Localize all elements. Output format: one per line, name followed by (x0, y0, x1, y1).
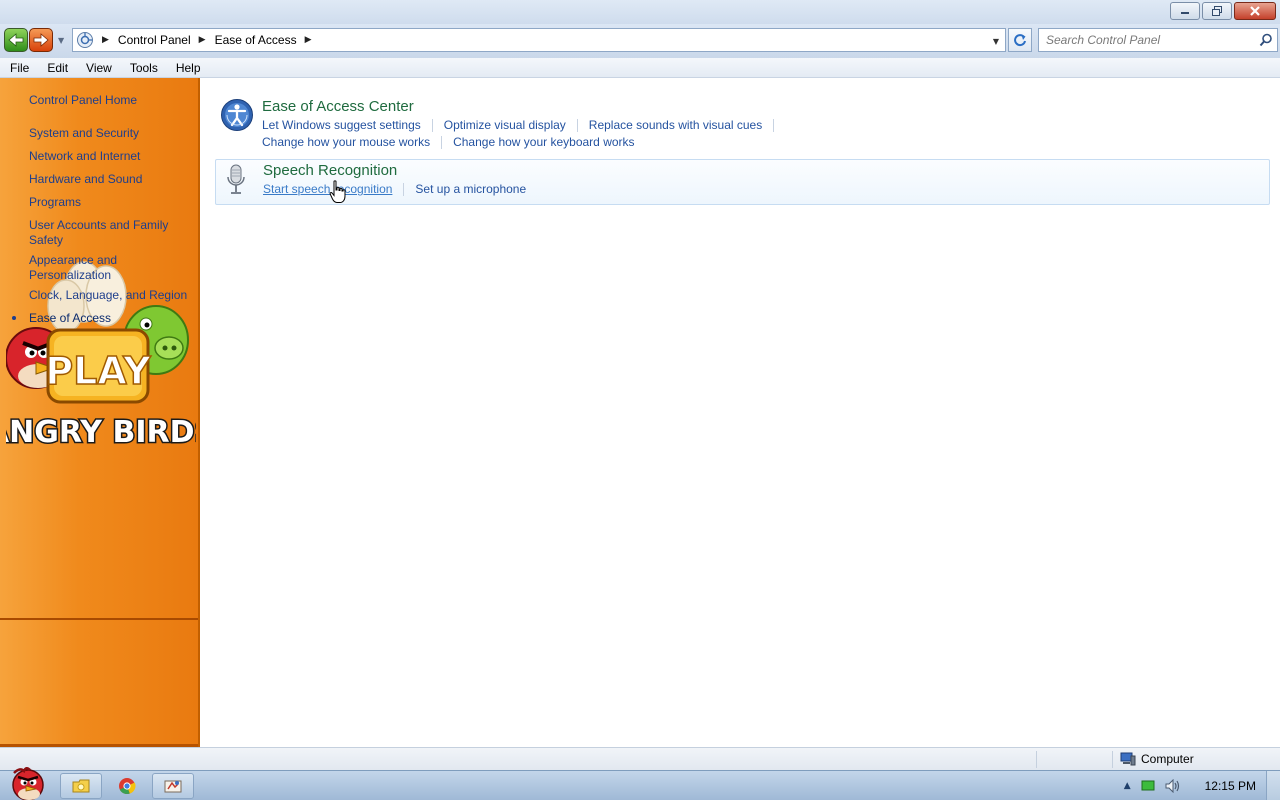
title-bar (0, 0, 1280, 24)
menu-file[interactable]: File (0, 58, 38, 78)
breadcrumb-control-panel[interactable]: Control Panel (118, 33, 191, 47)
task-separator (403, 182, 405, 196)
nav-clock-language-region[interactable]: Clock, Language, and Region (29, 288, 194, 303)
speech-recognition-tasks: Start speech recognition Set up a microp… (263, 182, 526, 196)
breadcrumb-separator-icon[interactable]: ▶ (102, 35, 109, 45)
control-panel-icon (77, 32, 93, 48)
ease-of-access-tasks-row1: Let Windows suggest settings Optimize vi… (262, 118, 785, 132)
ease-of-access-tasks-row2: Change how your mouse works Change how y… (262, 135, 635, 149)
task-separator (773, 118, 775, 132)
task-start-speech-recognition[interactable]: Start speech recognition (263, 182, 392, 196)
search-box[interactable] (1038, 28, 1278, 52)
microphone-icon[interactable] (221, 163, 251, 197)
volume-icon[interactable] (1165, 779, 1181, 793)
task-change-mouse[interactable]: Change how your mouse works (262, 135, 430, 149)
task-separator (441, 135, 443, 149)
ease-of-access-icon[interactable] (220, 98, 254, 132)
show-hidden-icons-icon[interactable]: ▲ (1124, 781, 1131, 791)
breadcrumb-ease-of-access[interactable]: Ease of Access (215, 33, 297, 47)
menu-tools[interactable]: Tools (121, 58, 167, 78)
address-history-dropdown-icon[interactable]: ▼ (993, 37, 999, 46)
clock[interactable]: 12:15 PM (1205, 779, 1256, 793)
window-controls (1170, 2, 1276, 20)
forward-button[interactable] (29, 28, 53, 52)
speech-recognition-title[interactable]: Speech Recognition (263, 162, 397, 179)
show-desktop-button[interactable] (1266, 771, 1280, 800)
play-text: PLAY (45, 349, 151, 393)
category-ease-of-access-center: Ease of Access Center Let Windows sugges… (215, 96, 1270, 152)
main-content: Ease of Access Center Let Windows sugges… (200, 78, 1280, 747)
refresh-button[interactable] (1008, 28, 1032, 52)
taskbar-control-panel-button[interactable] (152, 773, 194, 799)
task-replace-sounds-with-visual-cues[interactable]: Replace sounds with visual cues (589, 118, 762, 132)
menu-edit[interactable]: Edit (38, 58, 77, 78)
taskbar-chrome-button[interactable] (106, 773, 148, 799)
back-button[interactable] (4, 28, 28, 52)
status-divider (1036, 751, 1037, 768)
breadcrumb-separator-icon[interactable]: ▶ (305, 35, 312, 45)
search-input[interactable] (1039, 29, 1249, 51)
nav-ease-of-access[interactable]: Ease of Access (29, 311, 194, 326)
nav-control-panel-home[interactable]: Control Panel Home (29, 93, 194, 108)
breadcrumb-separator-icon[interactable]: ▶ (199, 35, 206, 45)
task-separator (576, 118, 578, 132)
nav-network-and-internet[interactable]: Network and Internet (29, 149, 194, 164)
nav-separator (0, 618, 198, 620)
taskbar: ▲ 12:15 PM (0, 767, 1280, 800)
address-bar[interactable]: ▶ Control Panel ▶ Ease of Access ▶ ▼ (72, 28, 1006, 52)
restore-button[interactable] (1202, 2, 1232, 20)
ease-of-access-center-title[interactable]: Ease of Access Center (262, 98, 414, 115)
task-let-windows-suggest-settings[interactable]: Let Windows suggest settings (262, 118, 421, 132)
menu-view[interactable]: View (77, 58, 121, 78)
nav-system-and-security[interactable]: System and Security (29, 126, 194, 141)
task-change-keyboard[interactable]: Change how your keyboard works (453, 135, 634, 149)
refresh-icon (1014, 34, 1026, 47)
taskbar-explorer-button[interactable] (60, 773, 102, 799)
task-optimize-visual-display[interactable]: Optimize visual display (444, 118, 566, 132)
computer-icon (1120, 752, 1136, 766)
close-button[interactable] (1234, 2, 1276, 20)
nav-user-accounts[interactable]: User Accounts and Family Safety (29, 218, 179, 248)
address-toolbar: ▼ ▶ Control Panel ▶ Ease of Access ▶ ▼ (0, 24, 1280, 58)
network-icon[interactable] (1141, 780, 1155, 792)
minimize-button[interactable] (1170, 2, 1200, 20)
close-icon (1250, 6, 1260, 16)
menu-bar: File Edit View Tools Help (0, 58, 1280, 78)
task-set-up-microphone[interactable]: Set up a microphone (415, 182, 526, 196)
category-speech-recognition: Speech Recognition Start speech recognit… (215, 159, 1270, 205)
angry-birds-logo: ANGRY BIRDS (6, 415, 196, 450)
system-tray: ▲ 12:15 PM (1124, 771, 1280, 800)
status-location-label: Computer (1141, 752, 1194, 766)
start-button-angry-bird-icon[interactable] (4, 765, 50, 800)
back-arrow-icon (8, 33, 24, 47)
explorer-icon (72, 779, 90, 793)
nav-hardware-and-sound[interactable]: Hardware and Sound (29, 172, 194, 187)
nav-programs[interactable]: Programs (29, 195, 194, 210)
task-separator (431, 118, 433, 132)
control-panel-icon (164, 780, 182, 793)
search-icon[interactable] (1259, 33, 1273, 47)
hand-cursor-icon (329, 180, 346, 203)
nav-appearance[interactable]: Appearance and Personalization (29, 253, 129, 283)
forward-arrow-icon (33, 33, 49, 47)
restore-icon (1212, 6, 1222, 16)
recent-pages-dropdown-icon[interactable]: ▼ (58, 36, 64, 45)
status-bar: Computer (0, 747, 1280, 770)
status-location: Computer (1120, 752, 1194, 766)
chrome-icon (119, 778, 136, 795)
navigation-pane: PLAY ANGRY BIRDS Control Panel Home Syst… (0, 78, 200, 747)
menu-help[interactable]: Help (167, 58, 210, 78)
status-divider (1112, 751, 1113, 768)
current-page-bullet (12, 316, 16, 320)
minimize-icon (1181, 12, 1189, 14)
